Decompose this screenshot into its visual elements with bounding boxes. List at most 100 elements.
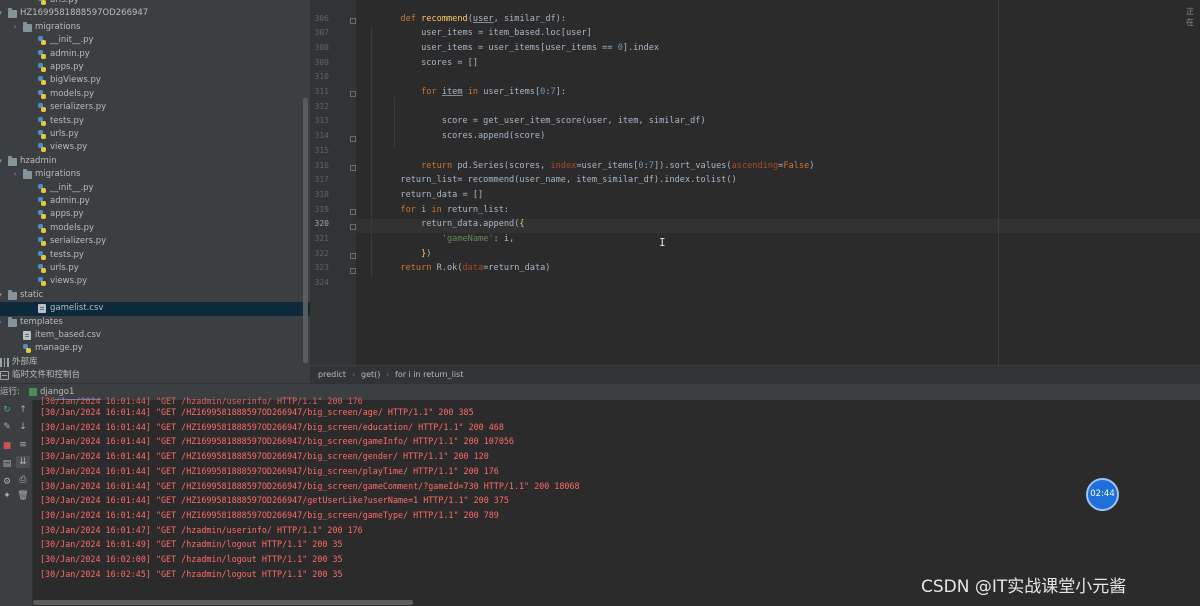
tree-item[interactable]: ▾ HZ1699581888597OD266947 xyxy=(0,7,310,20)
fold-marker[interactable] xyxy=(350,136,356,142)
tree-item[interactable]: __init__.py xyxy=(0,182,310,195)
fold-marker[interactable] xyxy=(350,91,356,97)
tree-item-label: migrations xyxy=(35,21,81,32)
expand-arrow-icon[interactable]: ▾ xyxy=(0,155,4,168)
code-line: score = get_user_item_score(user, item, … xyxy=(359,116,706,127)
python-file-icon xyxy=(38,197,46,206)
code-line: 'gameName': i, xyxy=(441,234,515,244)
rerun-icon[interactable]: ↻ xyxy=(0,404,14,416)
code-line: return_list= recommend(user_name, item_s… xyxy=(359,175,737,186)
soft-wrap-icon[interactable]: ≡ xyxy=(16,439,30,451)
tree-item[interactable]: admin.py xyxy=(0,48,310,61)
tree-item[interactable]: views.py xyxy=(0,275,310,288)
python-file-icon xyxy=(38,49,46,59)
stop-icon[interactable]: ■ xyxy=(0,440,14,452)
code-editor[interactable]: 306 307 308 309 310 311 312 313 314 315 316 317 318 3… xyxy=(310,0,1200,365)
python-file-icon xyxy=(38,143,46,153)
tree-item[interactable]: manage.py xyxy=(0,342,310,355)
tree-item[interactable]: __init__.py xyxy=(0,34,310,47)
expand-arrow-icon[interactable]: › xyxy=(0,316,4,329)
line-number: 313 xyxy=(314,116,329,126)
tree-scrollbar[interactable] xyxy=(303,98,308,363)
line-number: 312 xyxy=(314,101,329,111)
log-line: [30/Jan/2024 16:02:00] "GET /hzadmin/log… xyxy=(40,554,343,564)
pin-icon[interactable]: ✦ xyxy=(0,490,14,502)
tree-item[interactable]: admin.py xyxy=(0,195,310,208)
folder-icon xyxy=(8,316,17,327)
side-label: 正在 xyxy=(1186,7,1194,27)
expand-arrow-icon[interactable]: ▾ xyxy=(0,289,4,302)
line-number: 310 xyxy=(314,72,329,82)
console-horizontal-scrollbar[interactable] xyxy=(33,600,413,605)
tree-item[interactable]: ›外部库 xyxy=(0,356,310,369)
tree-item-label: gamelist.csv xyxy=(50,303,104,314)
fold-marker[interactable] xyxy=(350,18,356,24)
tree-item[interactable]: apps.py xyxy=(0,61,310,74)
tree-item[interactable]: › migrations xyxy=(0,21,310,34)
line-number: 306 xyxy=(314,13,329,23)
python-file-icon xyxy=(38,237,46,247)
tree-item-label: models.py xyxy=(50,88,95,99)
tree-item-label: urls.py xyxy=(50,0,79,5)
scroll-to-end-icon[interactable]: ⇊ xyxy=(16,456,30,468)
restore-layout-icon[interactable]: ▤ xyxy=(0,458,14,470)
tree-item-label: __init__.py xyxy=(50,35,94,46)
tree-item[interactable]: serializers.py xyxy=(0,235,310,248)
tree-item[interactable]: apps.py xyxy=(0,208,310,221)
settings-icon[interactable]: ⚙ xyxy=(0,476,14,488)
tree-item[interactable]: models.py xyxy=(0,88,310,101)
tree-item-label: static xyxy=(20,289,44,300)
tree-item[interactable]: ▾ hzadmin xyxy=(0,155,310,168)
tree-item-label: apps.py xyxy=(50,209,84,220)
print-icon[interactable]: ⎙ xyxy=(16,474,30,486)
folder-icon xyxy=(8,155,17,166)
recording-timer-badge[interactable]: 02:44 xyxy=(1086,478,1119,511)
tree-item[interactable]: item_based.csv xyxy=(0,329,310,342)
code-line: user_items = item_based.loc[user] xyxy=(359,28,592,39)
tree-item-label: serializers.py xyxy=(50,236,107,247)
expand-arrow-icon[interactable]: ▾ xyxy=(0,7,4,20)
breadcrumb-item[interactable]: get() xyxy=(361,366,380,383)
tree-item-label: urls.py xyxy=(50,129,79,139)
wrench-icon[interactable]: ✎ xyxy=(0,421,14,433)
fold-marker[interactable] xyxy=(350,165,356,171)
tree-item-label: 外部库 xyxy=(12,356,38,367)
tree-item[interactable]: urls.py xyxy=(0,262,310,275)
tree-item[interactable]: ▾ static xyxy=(0,289,310,302)
tree-item[interactable]: › migrations xyxy=(0,168,310,181)
code-line: def recommend(user, similar_df): xyxy=(400,13,567,24)
tree-item[interactable]: tests.py xyxy=(0,249,310,262)
log-line: [30/Jan/2024 16:01:44] "GET /HZ169958188… xyxy=(40,480,580,491)
run-panel-title: 运行: xyxy=(0,387,20,397)
tree-item[interactable]: gamelist.csv xyxy=(0,302,310,316)
line-number: 308 xyxy=(314,42,329,52)
tree-item[interactable]: bigViews.py xyxy=(0,74,310,87)
code-line: for item in user_items[0:7]: xyxy=(421,87,567,97)
scroll-down-icon[interactable]: ↓ xyxy=(16,421,30,433)
tree-item[interactable]: models.py xyxy=(0,222,310,235)
python-file-icon xyxy=(38,116,46,126)
fold-marker[interactable] xyxy=(350,268,356,274)
log-line: [30/Jan/2024 16:01:49] "GET /hzadmin/log… xyxy=(40,539,343,550)
breadcrumb-item[interactable]: for i in return_list xyxy=(395,366,463,383)
tree-item[interactable]: › templates xyxy=(0,316,310,329)
fold-marker[interactable] xyxy=(350,209,356,215)
tree-item[interactable]: serializers.py xyxy=(0,101,310,114)
tree-item[interactable]: views.py xyxy=(0,141,310,154)
csv-file-icon xyxy=(23,331,31,340)
watermark-text: CSDN @IT实战课堂小元酱 xyxy=(921,577,1127,597)
code-line: scores = [] xyxy=(359,57,478,68)
trash-icon[interactable]: 🗑 xyxy=(16,490,30,502)
scroll-up-icon[interactable]: ↑ xyxy=(16,404,30,416)
fold-marker[interactable] xyxy=(350,253,356,259)
python-file-icon xyxy=(38,210,46,220)
breadcrumb-item[interactable]: predict xyxy=(318,366,346,383)
fold-marker[interactable] xyxy=(350,224,356,230)
expand-arrow-icon[interactable]: › xyxy=(11,21,19,34)
tree-item[interactable]: tests.py xyxy=(0,115,310,128)
tree-item[interactable]: urls.py xyxy=(0,128,310,141)
tree-item[interactable]: 临时文件和控制台 xyxy=(0,369,310,382)
tree-item-label: apps.py xyxy=(50,62,84,72)
tree-item[interactable]: urls.py xyxy=(0,0,310,7)
expand-arrow-icon[interactable]: › xyxy=(11,168,19,181)
